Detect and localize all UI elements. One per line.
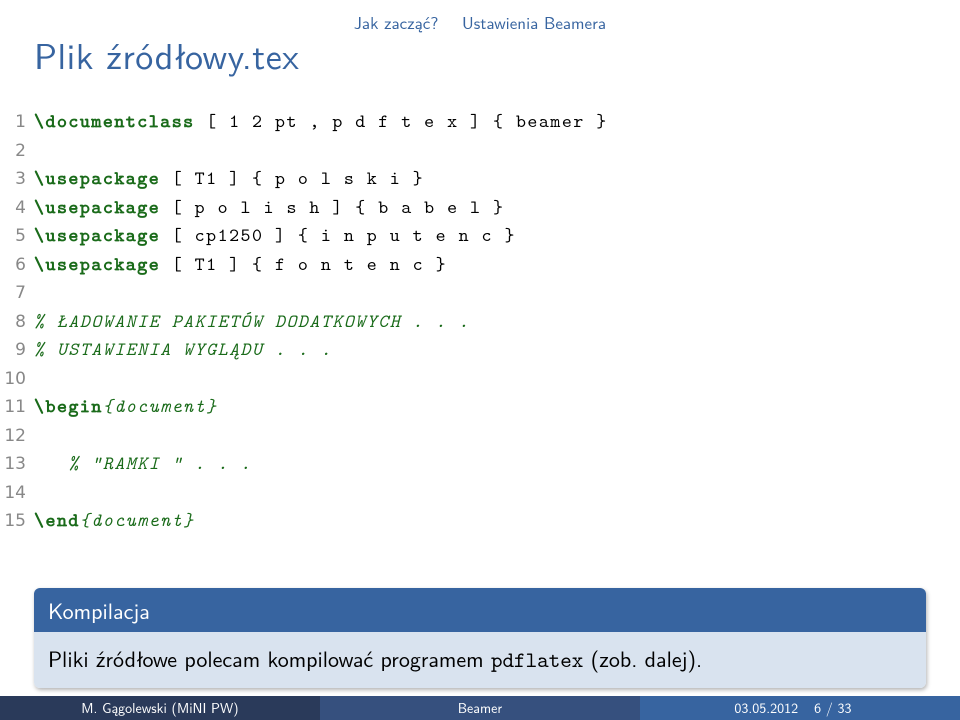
frame-title: Plik źródłowy.tex <box>34 28 299 81</box>
footer-page: 6 / 33 <box>814 698 851 718</box>
footer: M. Gągolewski (MiNI PW) Beamer 03.05.201… <box>0 696 960 720</box>
footer-title: Beamer <box>320 696 640 720</box>
block-title: Kompilacja <box>34 588 926 632</box>
kompilacja-block: Kompilacja Pliki źródłowe polecam kompil… <box>34 588 926 688</box>
footer-date: 03.05.2012 <box>734 698 798 718</box>
code-listing: 1\documentclass [ 1 2 pt , p d f t e x ]… <box>0 108 926 536</box>
nav-subsection: Ustawienia Beamera <box>462 10 606 35</box>
footer-author: M. Gągolewski (MiNI PW) <box>0 696 320 720</box>
block-body: Pliki źródłowe polecam kompilować progra… <box>34 632 926 688</box>
footer-right: 03.05.2012 6 / 33 <box>640 696 960 720</box>
nav-section: Jak zacząć? <box>354 10 438 35</box>
